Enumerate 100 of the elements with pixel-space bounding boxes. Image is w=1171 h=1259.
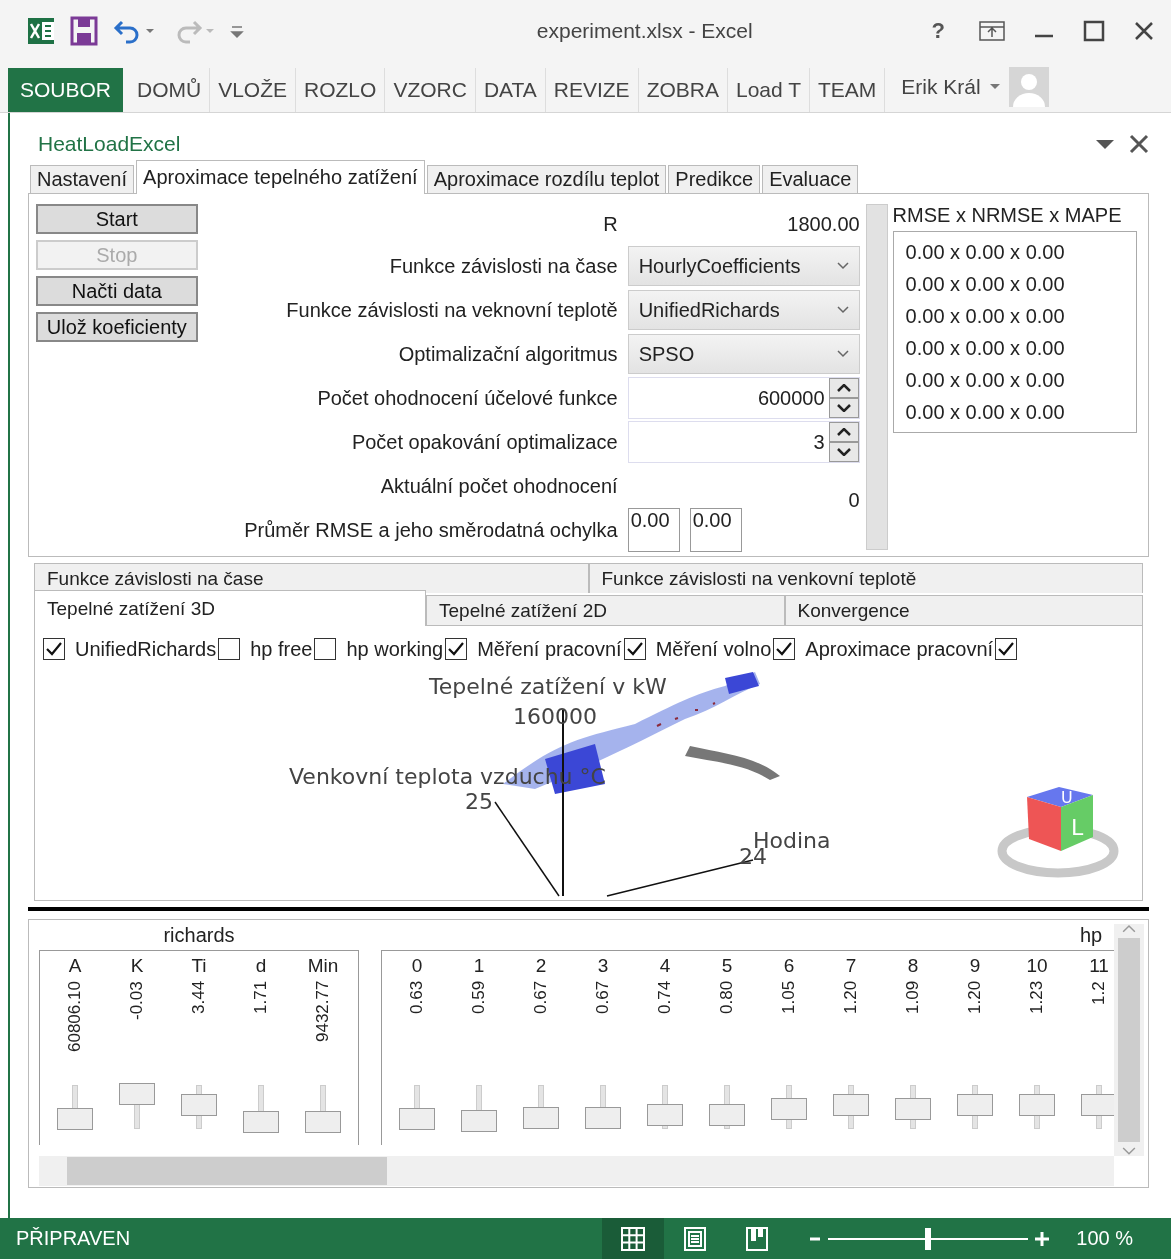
slider[interactable] xyxy=(305,1083,341,1133)
ribbon-tab[interactable]: REVIZE xyxy=(545,68,639,112)
action-button[interactable]: Načti data xyxy=(36,276,198,306)
help-button[interactable]: ? xyxy=(925,17,951,45)
ribbon-tab[interactable]: TEAM xyxy=(810,68,886,112)
dropdown[interactable]: HourlyCoefficients xyxy=(627,246,860,286)
checkbox[interactable] xyxy=(623,638,646,660)
checkbox-label[interactable]: Měření volno xyxy=(655,637,772,661)
excel-logo-icon[interactable] xyxy=(28,16,56,46)
zoom-level[interactable]: 100 % xyxy=(1076,1227,1133,1250)
value-field[interactable]: 0.00 xyxy=(689,508,742,552)
avatar-icon[interactable] xyxy=(1008,67,1049,107)
slider-thumb[interactable] xyxy=(585,1106,621,1129)
metrics-row[interactable]: 0.00 x 0.00 x 0.00 xyxy=(905,396,1136,428)
number-input[interactable]: 3 xyxy=(628,422,829,462)
slider-thumb[interactable] xyxy=(181,1094,217,1117)
tab[interactable]: Aproximace tepelného zatížení xyxy=(136,160,425,194)
user-name[interactable]: Erik Král xyxy=(901,75,981,99)
slider-thumb[interactable] xyxy=(523,1106,559,1129)
slider-thumb[interactable] xyxy=(1081,1094,1114,1117)
slider-thumb[interactable] xyxy=(399,1108,435,1131)
checkbox-label[interactable]: Měření pracovní xyxy=(477,637,622,661)
checkbox-label[interactable]: hp free xyxy=(250,637,313,661)
slider[interactable] xyxy=(243,1083,279,1133)
dropdown[interactable]: SPSO xyxy=(627,334,860,374)
checkbox-label[interactable]: Aproximace pracovní xyxy=(805,637,994,661)
ribbon-tab[interactable]: VZORC xyxy=(385,68,476,112)
action-button[interactable]: Start xyxy=(36,204,198,234)
zoom-thumb[interactable] xyxy=(925,1227,932,1250)
checkbox-label[interactable]: UnifiedRichards xyxy=(75,637,217,661)
slider-thumb[interactable] xyxy=(833,1094,869,1117)
checkbox[interactable] xyxy=(43,638,65,660)
horizontal-scrollbar[interactable] xyxy=(39,1156,1114,1186)
close-icon[interactable] xyxy=(1129,134,1149,154)
metrics-row[interactable]: 0.00 x 0.00 x 0.00 xyxy=(905,364,1136,396)
slider-thumb[interactable] xyxy=(957,1094,993,1117)
slider-thumb[interactable] xyxy=(709,1104,745,1126)
tab[interactable]: Predikce xyxy=(668,165,761,193)
ribbon-tab[interactable]: ZOBRA xyxy=(638,68,728,112)
scroll-down-icon[interactable] xyxy=(1122,1146,1136,1156)
metrics-row[interactable]: 0.00 x 0.00 x 0.00 xyxy=(905,236,1136,268)
ribbon-tab[interactable]: DATA xyxy=(475,68,546,112)
number-spinner[interactable]: 3 xyxy=(627,421,860,463)
status-text: PŘIPRAVEN xyxy=(16,1227,132,1250)
tab[interactable]: Funkce závislosti na venkovní teplotě xyxy=(588,563,1143,593)
tab[interactable]: Tepelné zatížení 3D xyxy=(34,590,426,626)
splitter-bar[interactable] xyxy=(865,204,888,550)
slider[interactable] xyxy=(399,1083,435,1133)
metrics-row[interactable]: 0.00 x 0.00 x 0.00 xyxy=(905,268,1136,300)
ribbon-tab[interactable]: VLOŽE xyxy=(210,68,297,112)
number-spinner[interactable]: 600000 xyxy=(627,377,860,419)
scroll-up-icon[interactable] xyxy=(1122,924,1136,934)
spin-up-button[interactable] xyxy=(828,422,859,442)
ribbon-tab[interactable]: ROZLO xyxy=(296,68,386,112)
vertical-scrollbar[interactable] xyxy=(1114,924,1144,1156)
zoom-slider[interactable] xyxy=(828,1227,1029,1250)
value-field[interactable]: 0.00 xyxy=(627,508,680,552)
slider-thumb[interactable] xyxy=(647,1104,683,1126)
slider[interactable] xyxy=(57,1083,93,1133)
close-icon[interactable] xyxy=(1133,20,1155,42)
checkbox[interactable] xyxy=(773,638,796,660)
slider-thumb[interactable] xyxy=(461,1109,497,1132)
view-button[interactable] xyxy=(602,1218,665,1259)
slider-thumb[interactable] xyxy=(1019,1094,1055,1117)
metrics-row[interactable]: 0.00 x 0.00 x 0.00 xyxy=(905,332,1136,364)
number-input[interactable]: 600000 xyxy=(628,378,829,418)
slider-thumb[interactable] xyxy=(119,1083,155,1105)
checkbox[interactable] xyxy=(314,638,337,660)
metrics-row[interactable]: 0.00 x 0.00 x 0.00 xyxy=(905,300,1136,332)
zoom-in-icon[interactable] xyxy=(1034,1230,1051,1247)
maximize-icon[interactable] xyxy=(1083,20,1105,42)
spin-down-button[interactable] xyxy=(828,442,859,462)
slider-thumb[interactable] xyxy=(243,1111,279,1133)
dropdown-caret-icon[interactable] xyxy=(1095,138,1115,150)
tab[interactable]: Tepelné zatížení 2D xyxy=(426,595,785,625)
tab[interactable]: Konvergence xyxy=(784,595,1143,625)
tab[interactable]: Funkce závislosti na čase xyxy=(34,563,589,593)
ribbon-display-icon[interactable] xyxy=(979,20,1005,42)
checkbox[interactable] xyxy=(218,638,241,660)
field-label: Průměr RMSE a jeho směrodatná ochylka xyxy=(243,518,618,542)
ribbon-tab[interactable]: DOMŮ xyxy=(129,68,211,112)
caret-icon[interactable] xyxy=(988,83,1001,91)
slider-thumb[interactable] xyxy=(305,1111,341,1133)
action-button[interactable]: Ulož koeficienty xyxy=(36,312,198,342)
tab[interactable]: Nastavení xyxy=(30,165,135,193)
spin-down-button[interactable] xyxy=(828,398,859,418)
dropdown[interactable]: UnifiedRichards xyxy=(627,290,860,330)
tab[interactable]: Evaluace xyxy=(762,165,859,193)
slider-thumb[interactable] xyxy=(771,1098,807,1121)
slider[interactable] xyxy=(461,1083,497,1133)
save-icon[interactable] xyxy=(70,16,98,46)
checkbox[interactable] xyxy=(995,638,1018,660)
checkbox[interactable] xyxy=(445,638,468,660)
checkbox-label[interactable]: hp working xyxy=(346,637,444,661)
tab[interactable]: Aproximace rozdílu teplot xyxy=(426,165,667,193)
slider-thumb[interactable] xyxy=(57,1108,93,1131)
slider-thumb[interactable] xyxy=(895,1098,931,1121)
spin-up-button[interactable] xyxy=(828,378,859,398)
ribbon-tab[interactable]: Load T xyxy=(728,68,810,112)
ribbon-tab[interactable]: SOUBOR xyxy=(8,68,123,112)
